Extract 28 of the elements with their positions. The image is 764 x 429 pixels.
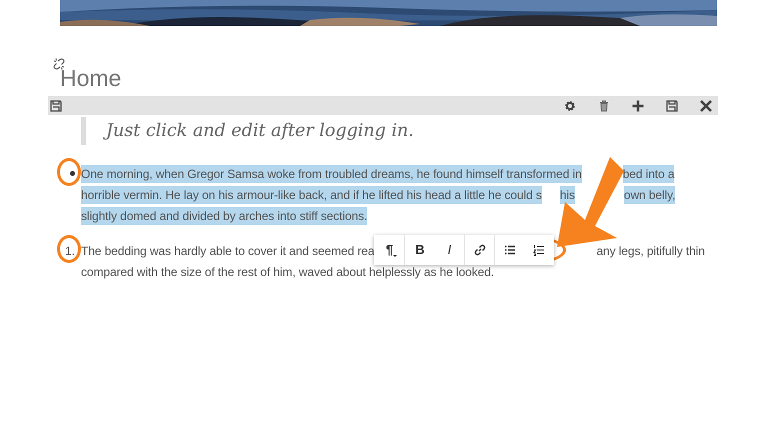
list-item-text: horrible vermin. He lay on his armour-like back, and if he lifted his head a little he could s: [81, 186, 542, 204]
close-icon[interactable]: [700, 100, 712, 112]
highlight-circle: [57, 235, 81, 263]
italic-button[interactable]: I: [434, 234, 464, 264]
save-icon[interactable]: [50, 100, 62, 112]
bold-button[interactable]: B: [404, 234, 434, 264]
paragraph-button[interactable]: ¶: [374, 234, 404, 264]
link-icon: [474, 244, 486, 256]
list-item-text: One morning, when Gregor Samsa woke from troubled dreams, he found himself transformed in: [81, 164, 582, 182]
caret-icon: [393, 254, 398, 256]
save-icon[interactable]: [666, 100, 678, 112]
broken-link-icon[interactable]: [53, 58, 65, 70]
list-item-text: any legs, pitifully thin: [596, 242, 705, 260]
trash-icon[interactable]: [598, 100, 610, 112]
list-item-text: slightly domed and divided by arches into stiff sections.: [81, 206, 368, 224]
list-item-text: bed into a: [622, 164, 674, 182]
bullet-icon: [70, 171, 75, 176]
list-number: 1.: [64, 244, 75, 258]
bullet-list-icon: [504, 244, 516, 256]
add-icon[interactable]: [632, 100, 644, 112]
blockquote: Just click and edit after logging in.: [81, 117, 721, 145]
list-item-text: his: [560, 186, 575, 204]
list-item-text: The bedding was hardly able to cover it and seemed rea: [81, 242, 374, 260]
settings-icon[interactable]: [564, 100, 576, 112]
numbered-list-icon: [533, 244, 546, 256]
list-item-text: own belly,: [624, 186, 676, 204]
list-item-text: compared with the size of the rest of him, waved about helplessly as he looked.: [81, 264, 494, 280]
page-title: Home: [60, 64, 122, 92]
